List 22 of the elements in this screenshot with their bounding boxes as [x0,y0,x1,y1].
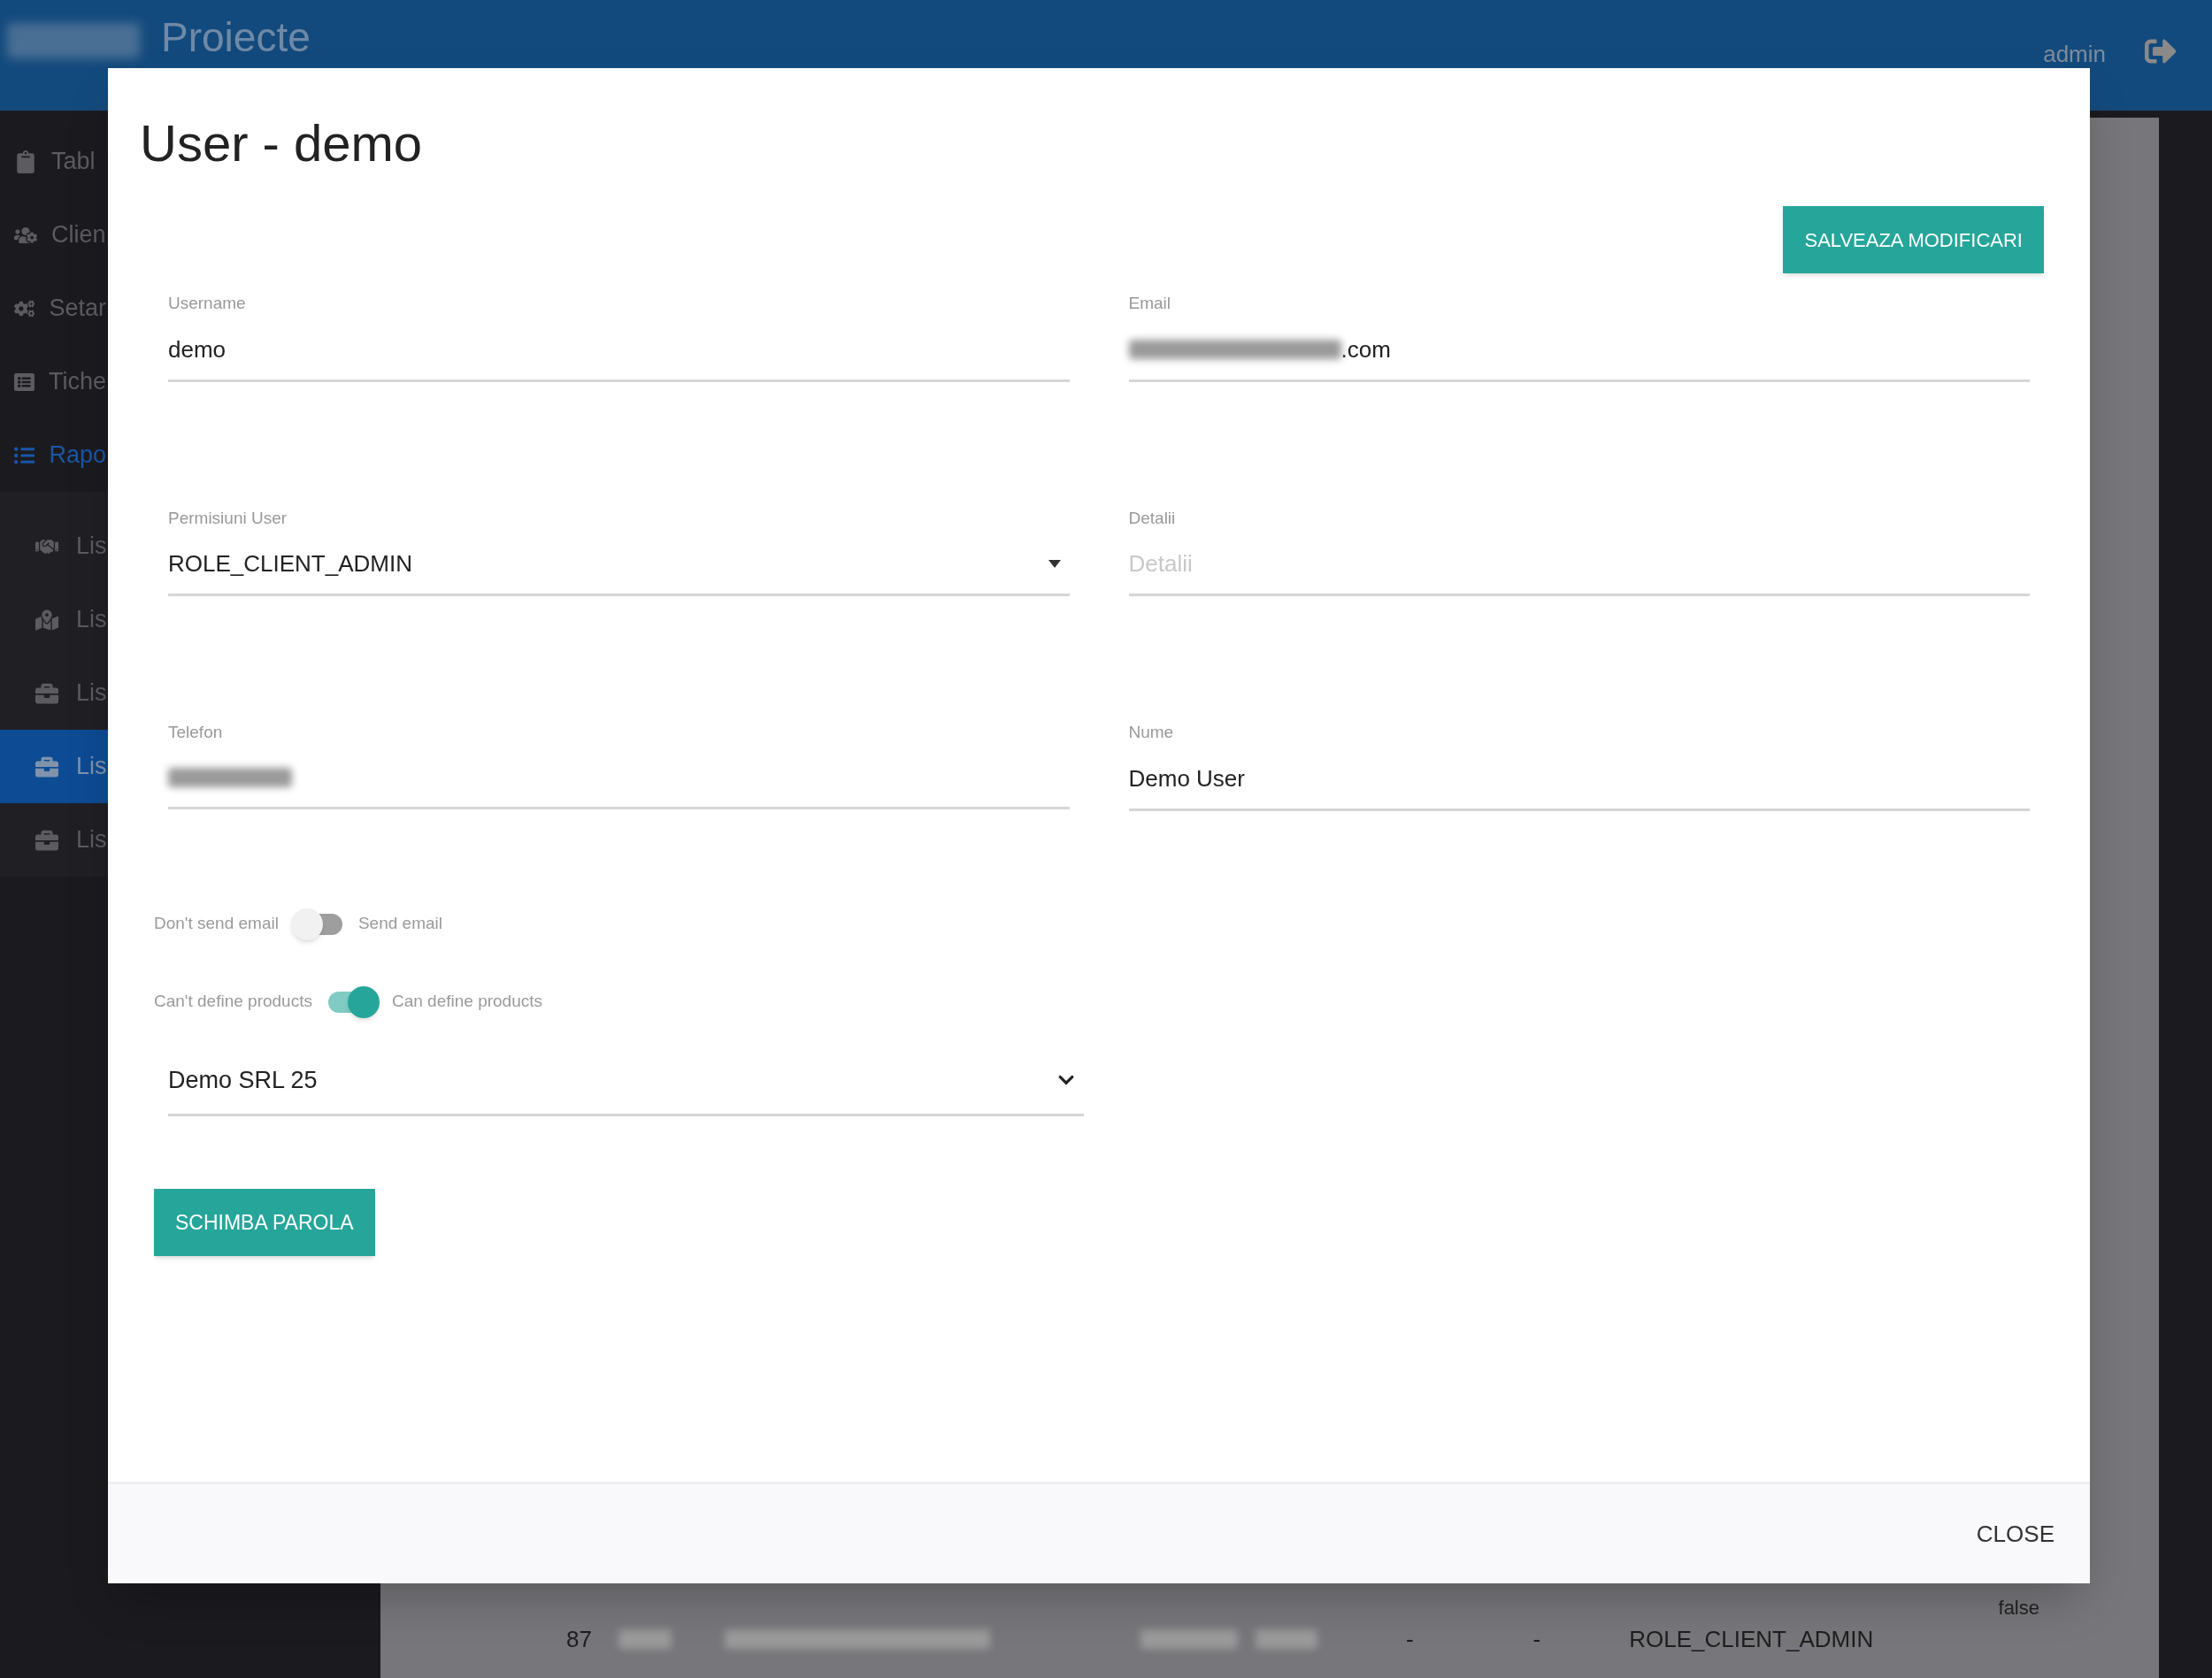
field-value: demo [168,335,227,363]
dialog-title: User - demo [140,113,424,173]
user-name: admin [2043,40,2106,69]
app-title: Proiecte [161,16,311,58]
field-label: Username [168,293,247,314]
table-cell-text: - [1532,1624,1541,1654]
table-cell-text: - [1405,1624,1414,1654]
field-value: ROLE_CLIENT_ADMIN [168,549,412,578]
field-value: .com [1340,334,1391,364]
field-value: Demo User [1128,764,1245,792]
field-label: Email [1128,293,1171,314]
toggle-off-label: Don't send email [154,913,279,935]
table-cell-text: 87 [566,1624,592,1654]
table-cell-text: ROLE_CLIENT_ADMIN [1629,1624,1874,1654]
table-cell: false [1998,1597,2039,1620]
toggle-off-label: Can't define products [154,991,312,1013]
field-label: Nume [1128,722,1175,743]
field-label: Permisiuni User [168,507,288,529]
field-label: Detalii [1128,507,1177,529]
field-label: Telefon [168,722,224,743]
toggle-on-label: Can define products [391,991,543,1013]
toggle-on-label: Send email [357,913,442,935]
